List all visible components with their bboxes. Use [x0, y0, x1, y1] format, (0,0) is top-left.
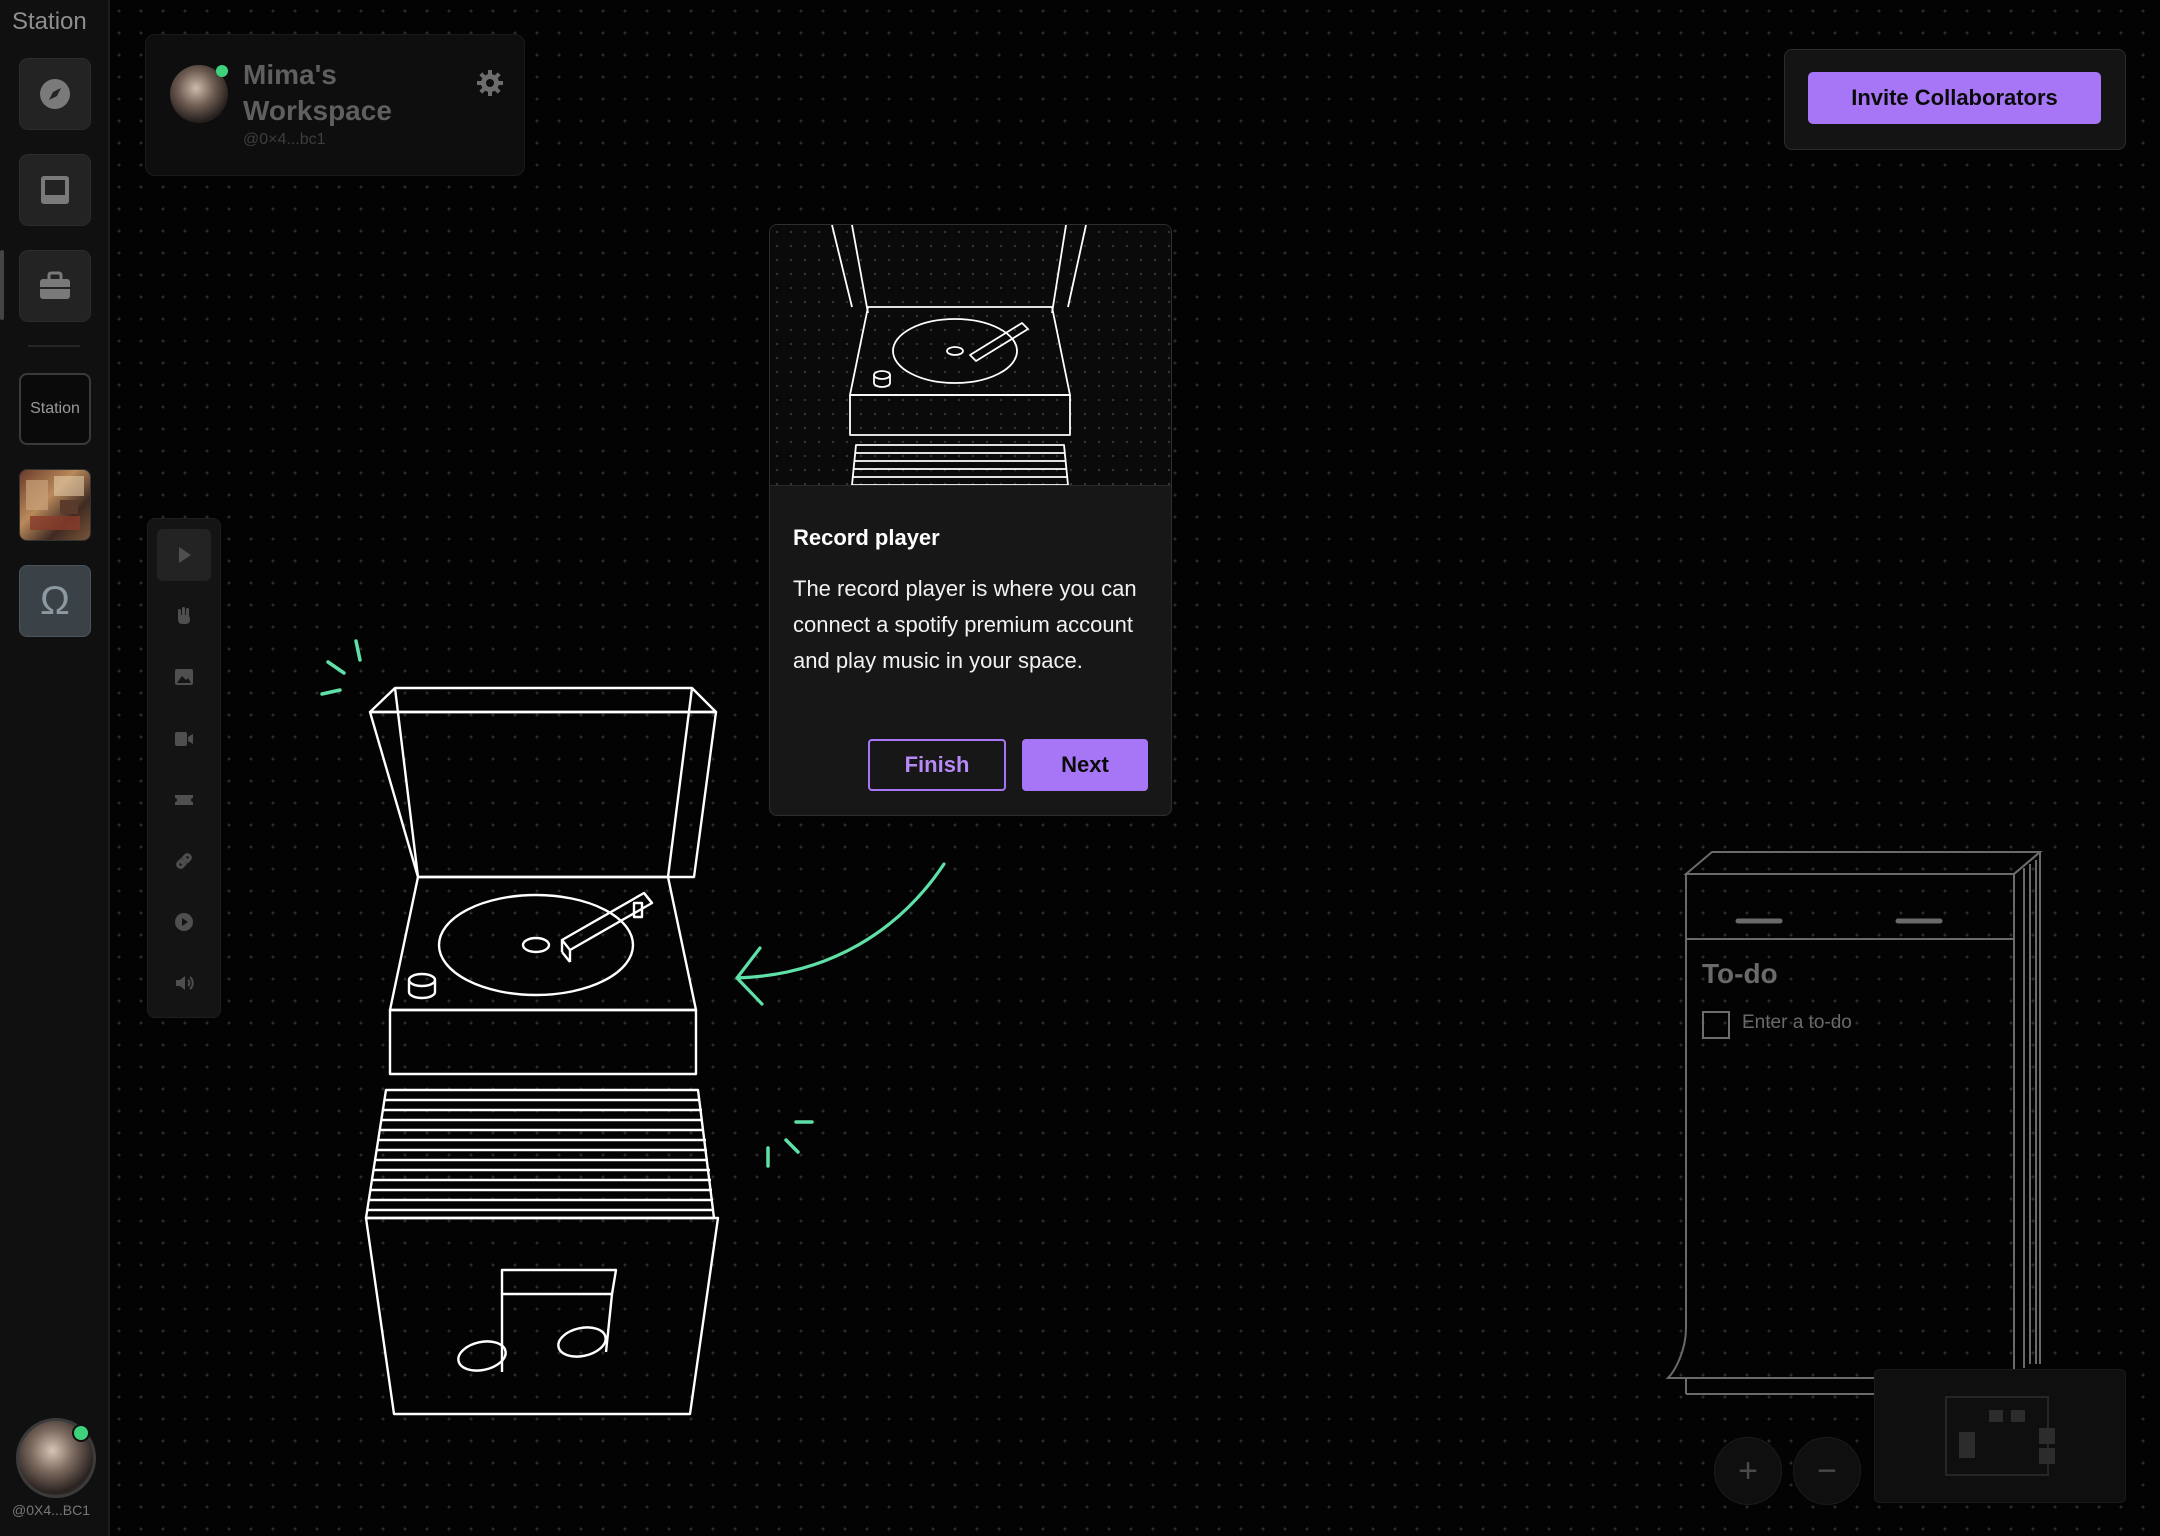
workspace-name: Mima's Workspace — [243, 59, 392, 126]
workspace-status-dot — [216, 65, 228, 77]
inbox-button[interactable] — [19, 154, 91, 226]
link-icon — [176, 853, 192, 869]
briefcase-icon — [40, 271, 70, 299]
invite-collaborators-button[interactable]: Invite Collaborators — [1808, 72, 2101, 124]
online-status-dot — [72, 1424, 90, 1442]
play-icon — [175, 913, 193, 931]
todo-checkbox[interactable] — [1702, 1011, 1730, 1039]
left-rail: Station Station Ω @0X4...BC1 — [0, 0, 110, 1536]
record-player-object[interactable] — [310, 630, 830, 1430]
finish-button[interactable]: Finish — [868, 739, 1006, 791]
room-thumbnail-button[interactable] — [19, 469, 91, 541]
compass-icon — [40, 79, 70, 109]
todo-title: To-do — [1702, 958, 1778, 989]
next-button[interactable]: Next — [1022, 739, 1148, 791]
todo-input[interactable] — [1740, 1008, 1974, 1038]
link-tool[interactable] — [157, 835, 211, 887]
minimap-block — [2039, 1428, 2055, 1444]
select-tool[interactable] — [157, 529, 211, 581]
gear-icon[interactable] — [476, 69, 504, 97]
invite-panel: Invite Collaborators — [1784, 49, 2126, 150]
audio-tool[interactable] — [157, 957, 211, 1009]
video-icon — [175, 732, 193, 746]
image-tool[interactable] — [157, 651, 211, 703]
workspace-card: Mima's Workspace @0×4...bc1 — [145, 34, 525, 176]
pan-tool[interactable] — [157, 590, 211, 642]
onboarding-tour-card: Record player The record player is where… — [769, 224, 1172, 816]
image-icon — [175, 669, 193, 685]
minimap-block — [1989, 1410, 2003, 1422]
explore-button[interactable] — [19, 58, 91, 130]
todo-notebook-object[interactable] — [1660, 845, 2060, 1405]
tour-title: Record player — [793, 525, 940, 550]
cursor-icon — [179, 547, 191, 563]
minimap[interactable] — [1874, 1369, 2126, 1503]
minimap-block — [2011, 1410, 2025, 1422]
tour-description: The record player is where you can conne… — [793, 576, 1137, 673]
app-title: Station — [12, 8, 87, 35]
workspace-button[interactable] — [19, 250, 91, 322]
zoom-out-button[interactable]: − — [1793, 1437, 1861, 1505]
user-handle: @0X4...BC1 — [12, 1502, 91, 1518]
inbox-icon — [41, 176, 69, 204]
station-space-button[interactable]: Station — [19, 373, 91, 445]
tour-pointer-arrow — [735, 862, 946, 1006]
tour-illustration — [770, 225, 1171, 486]
media-tool[interactable] — [157, 896, 211, 948]
rail-divider — [28, 345, 80, 347]
zoom-in-button[interactable]: + — [1714, 1437, 1782, 1505]
speaker-icon — [176, 976, 194, 990]
minimap-block — [2039, 1448, 2055, 1464]
record-player-preview — [831, 225, 1087, 486]
video-tool[interactable] — [157, 713, 211, 765]
tool-palette — [147, 518, 221, 1018]
ticket-tool[interactable] — [157, 774, 211, 826]
active-indicator — [0, 250, 4, 320]
omega-space-button[interactable]: Ω — [19, 565, 91, 637]
hand-icon — [178, 607, 190, 624]
workspace-handle: @0×4...bc1 — [243, 131, 326, 148]
minimap-block — [1959, 1432, 1975, 1458]
ticket-icon — [175, 795, 193, 805]
room-thumbnail — [26, 476, 84, 530]
